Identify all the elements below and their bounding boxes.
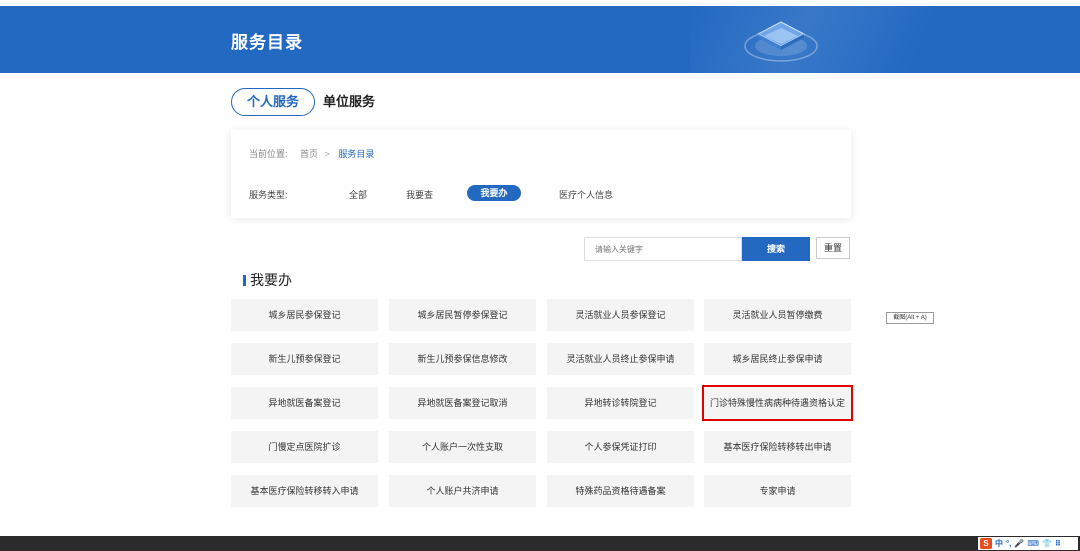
skin-icon[interactable]: 👕 bbox=[1042, 538, 1052, 550]
service-item[interactable]: 基本医疗保险转移转出申请 bbox=[704, 431, 851, 463]
breadcrumb-current: 服务目录 bbox=[338, 149, 375, 159]
ime-chinese-mode[interactable]: 中 bbox=[995, 538, 1003, 550]
section-accent-bar bbox=[243, 275, 246, 286]
service-item[interactable]: 新生儿预参保登记 bbox=[231, 343, 378, 375]
service-grid: 城乡居民参保登记 城乡居民暂停参保登记 灵活就业人员参保登记 灵活就业人员暂停缴… bbox=[231, 299, 853, 509]
service-item[interactable]: 异地就医备案登记取消 bbox=[389, 387, 536, 419]
ime-punctuation-icon[interactable]: °, bbox=[1006, 538, 1011, 550]
breadcrumb-home[interactable]: 首页 bbox=[300, 149, 318, 159]
service-item[interactable]: 灵活就业人员暂停缴费 bbox=[704, 299, 851, 331]
service-item[interactable]: 专家申请 bbox=[704, 475, 851, 507]
ime-toolbar: S 中 °, 🎤 ⌨ 👕 ⠿ bbox=[978, 537, 1078, 550]
filter-option-all[interactable]: 全部 bbox=[349, 188, 367, 201]
tab-personal-services[interactable]: 个人服务 bbox=[231, 88, 315, 116]
search-input[interactable] bbox=[584, 237, 742, 261]
filter-option-query[interactable]: 我要查 bbox=[406, 188, 433, 201]
page-footer: S 中 °, 🎤 ⌨ 👕 ⠿ bbox=[0, 536, 1080, 551]
service-type-label: 服务类型: bbox=[249, 190, 288, 200]
header-decoration bbox=[690, 6, 970, 73]
page-header: 服务目录 bbox=[0, 6, 1080, 73]
service-item[interactable]: 城乡居民暂停参保登记 bbox=[389, 299, 536, 331]
service-item-highlighted[interactable]: 门诊特殊慢性病病种待遇资格认定 bbox=[702, 385, 853, 421]
service-item[interactable]: 个人账户一次性支取 bbox=[389, 431, 536, 463]
tab-unit-services[interactable]: 单位服务 bbox=[323, 88, 375, 116]
service-item[interactable]: 异地转诊转院登记 bbox=[547, 387, 694, 419]
keyboard-icon[interactable]: ⌨ bbox=[1027, 538, 1039, 550]
service-item[interactable]: 城乡居民参保登记 bbox=[231, 299, 378, 331]
service-item[interactable]: 异地就医备案登记 bbox=[231, 387, 378, 419]
section-title-text: 我要办 bbox=[250, 272, 292, 288]
service-item[interactable]: 特殊药品资格待遇备案 bbox=[547, 475, 694, 507]
service-item[interactable]: 基本医疗保险转移转入申请 bbox=[231, 475, 378, 507]
breadcrumb-prefix: 当前位置: bbox=[249, 149, 288, 159]
service-item[interactable]: 门慢定点医院扩诊 bbox=[231, 431, 378, 463]
service-item[interactable]: 灵活就业人员终止参保申请 bbox=[547, 343, 694, 375]
breadcrumb: 当前位置: 首页 > 服务目录 bbox=[249, 147, 384, 160]
filter-card: 当前位置: 首页 > 服务目录 服务类型: 全部 我要查 我要办 医疗个人信息 bbox=[231, 130, 851, 218]
reset-button[interactable]: 重置 bbox=[816, 237, 850, 259]
filter-option-medical-info[interactable]: 医疗个人信息 bbox=[559, 188, 613, 201]
breadcrumb-separator: > bbox=[324, 149, 330, 159]
service-item[interactable]: 新生儿预参保信息修改 bbox=[389, 343, 536, 375]
page-title: 服务目录 bbox=[231, 33, 303, 52]
microphone-icon[interactable]: 🎤 bbox=[1014, 538, 1024, 550]
section-title: 我要办 bbox=[243, 270, 292, 290]
service-item[interactable]: 城乡居民终止参保申请 bbox=[704, 343, 851, 375]
search-button[interactable]: 搜索 bbox=[742, 237, 810, 261]
filter-option-handle[interactable]: 我要办 bbox=[467, 185, 521, 201]
sogou-logo-icon[interactable]: S bbox=[980, 538, 992, 549]
service-item[interactable]: 个人账户共济申请 bbox=[389, 475, 536, 507]
grid-menu-icon[interactable]: ⠿ bbox=[1055, 538, 1061, 550]
service-item[interactable]: 灵活就业人员参保登记 bbox=[547, 299, 694, 331]
service-item[interactable]: 个人参保凭证打印 bbox=[547, 431, 694, 463]
layers-stack-icon bbox=[742, 14, 820, 71]
screenshot-tooltip: 截图(Alt + A) bbox=[886, 312, 934, 324]
